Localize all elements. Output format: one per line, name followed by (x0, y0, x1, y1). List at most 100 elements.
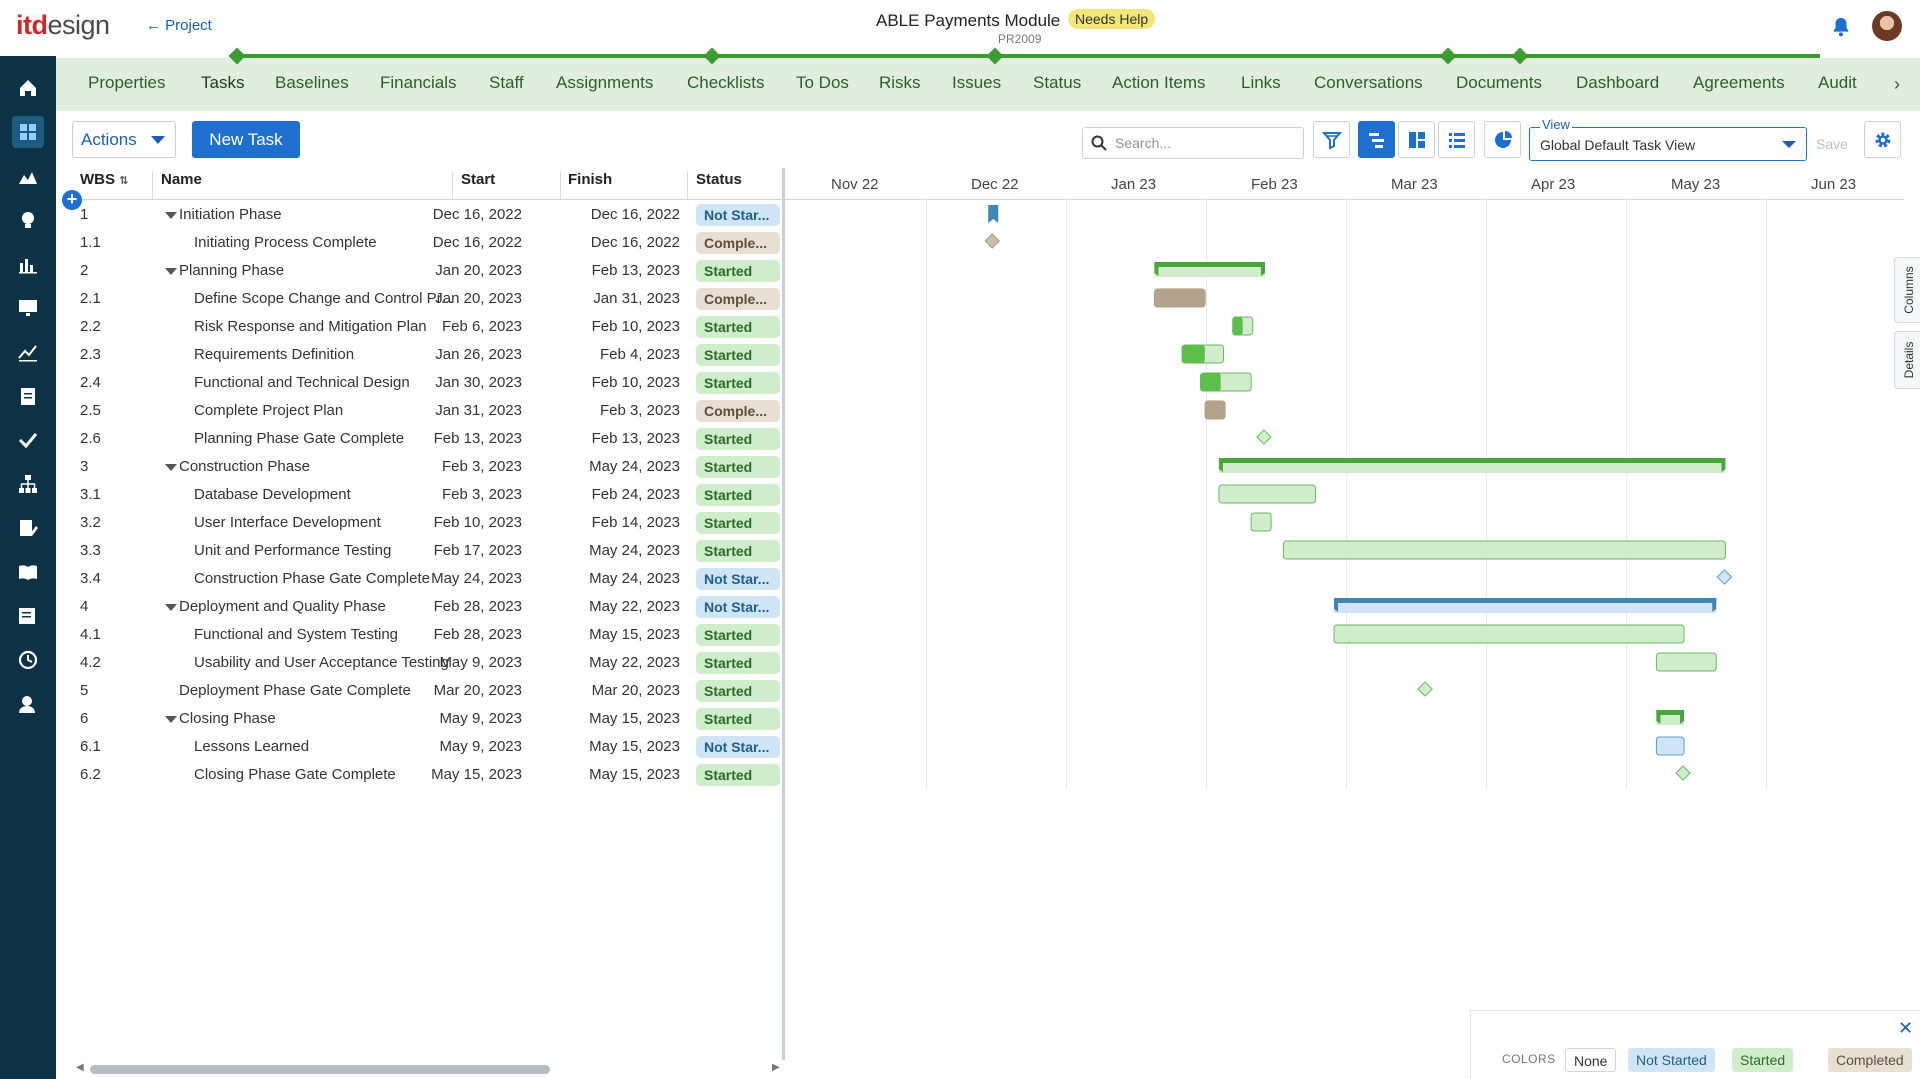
task-name-cell[interactable]: Lessons Learned (194, 738, 309, 755)
scrollbar-thumb[interactable] (90, 1065, 550, 1074)
task-bar[interactable] (1655, 652, 1717, 672)
column-separator[interactable] (560, 171, 561, 199)
column-header-start[interactable]: Start (461, 171, 495, 199)
task-bar[interactable] (1218, 484, 1317, 504)
actions-dropdown[interactable]: Actions (72, 121, 176, 158)
user-avatar[interactable] (1872, 11, 1902, 41)
table-row[interactable]: 2.5 Complete Project Plan Jan 31, 2023 Feb … (72, 397, 782, 425)
column-header-wbs[interactable]: WBS ⇅ (80, 171, 128, 199)
tabs-scroll-right-icon[interactable]: › (1894, 74, 1900, 95)
new-task-button[interactable]: New Task (192, 121, 300, 158)
table-row[interactable]: 2.1 Define Scope Change and Control Pr...… (72, 285, 782, 313)
task-name-cell[interactable]: User Interface Development (194, 514, 381, 531)
table-row[interactable]: 6.2 Closing Phase Gate Complete May 15, 20… (72, 761, 782, 789)
save-view-button[interactable]: Save (1812, 127, 1852, 161)
search-input[interactable]: Search... (1082, 127, 1304, 159)
tab-agreements[interactable]: Agreements (1693, 73, 1785, 93)
column-separator[interactable] (452, 171, 453, 199)
back-to-project-link[interactable]: ← Project (146, 17, 212, 34)
tab-issues[interactable]: Issues (952, 73, 1001, 93)
column-header-status[interactable]: Status (696, 171, 742, 199)
task-name-cell[interactable]: Initiation Phase (179, 206, 282, 223)
table-row[interactable]: 2.3 Requirements Definition Jan 26, 2023 Fe… (72, 341, 782, 369)
task-name-cell[interactable]: Deployment and Quality Phase (179, 598, 386, 615)
sidebar-item-clock[interactable] (12, 644, 44, 676)
legend-chip-completed[interactable]: Completed (1828, 1048, 1912, 1072)
task-bar[interactable] (1655, 736, 1685, 756)
sidebar-item-user-gear[interactable] (12, 688, 44, 720)
collapse-toggle-icon[interactable] (165, 464, 177, 471)
table-row[interactable]: 3.4 Construction Phase Gate Complete May 2… (72, 565, 782, 593)
table-row[interactable]: 2.2 Risk Response and Mitigation Plan Feb … (72, 313, 782, 341)
scroll-right-icon[interactable]: ▶ (772, 1062, 780, 1073)
collapse-toggle-icon[interactable] (165, 268, 177, 275)
tab-action-items[interactable]: Action Items (1112, 73, 1206, 93)
sort-icon[interactable]: ⇅ (119, 175, 128, 187)
table-row[interactable]: 6.1 Lessons Learned May 9, 2023 May 15, 202… (72, 733, 782, 761)
task-name-cell[interactable]: Planning Phase Gate Complete (194, 430, 404, 447)
sidebar-item-chart-area[interactable] (12, 160, 44, 192)
close-icon[interactable]: ✕ (1898, 1018, 1913, 1039)
task-name-cell[interactable]: Unit and Performance Testing (194, 542, 391, 559)
milestone-diamond[interactable] (1675, 765, 1691, 781)
task-name-cell[interactable]: Construction Phase Gate Complete (194, 570, 430, 587)
task-name-cell[interactable]: Initiating Process Complete (194, 234, 377, 251)
tab-assignments[interactable]: Assignments (556, 73, 653, 93)
tab-audit[interactable]: Audit (1818, 73, 1857, 93)
grid-horizontal-scrollbar[interactable]: ◀ ▶ (72, 1062, 784, 1076)
column-header-finish[interactable]: Finish (568, 171, 612, 199)
sidebar-item-bar-chart[interactable] (12, 248, 44, 280)
column-separator[interactable] (152, 171, 153, 199)
milestone-diamond[interactable] (1716, 569, 1733, 585)
table-row[interactable]: 3.3 Unit and Performance Testing Feb 17, 2… (72, 537, 782, 565)
milestone-diamond[interactable] (1256, 429, 1272, 445)
tab-financials[interactable]: Financials (380, 73, 457, 93)
sidebar-item-document-edit[interactable] (12, 512, 44, 544)
collapse-toggle-icon[interactable] (165, 604, 177, 611)
app-logo[interactable]: itdesign (16, 10, 110, 41)
task-name-cell[interactable]: Database Development (194, 486, 351, 503)
board-view-button[interactable] (1398, 121, 1435, 158)
scroll-left-icon[interactable]: ◀ (76, 1062, 84, 1073)
task-bar[interactable] (1250, 512, 1272, 532)
milestone-diamond[interactable] (1417, 681, 1433, 697)
table-row[interactable]: 5 Deployment Phase Gate Complete Mar 20, 2… (72, 677, 782, 705)
sidebar-item-monitor[interactable] (12, 292, 44, 324)
grid-gantt-splitter[interactable] (782, 168, 785, 1060)
tab-links[interactable]: Links (1241, 73, 1281, 93)
task-name-cell[interactable]: Functional and Technical Design (194, 374, 410, 391)
table-row[interactable]: 1.1 Initiating Process Complete Dec 16, 20… (72, 229, 782, 257)
tab-properties[interactable]: Properties (88, 73, 165, 93)
sidebar-item-clipboard[interactable] (12, 380, 44, 412)
column-header-name[interactable]: Name (161, 171, 202, 199)
sidebar-item-list-edit[interactable] (12, 600, 44, 632)
collapse-toggle-icon[interactable] (165, 716, 177, 723)
gantt-view-button[interactable] (1358, 121, 1395, 158)
tab-status[interactable]: Status (1033, 73, 1081, 93)
tab-checklists[interactable]: Checklists (687, 73, 764, 93)
task-name-cell[interactable]: Requirements Definition (194, 346, 354, 363)
task-name-cell[interactable]: Planning Phase (179, 262, 284, 279)
table-row[interactable]: 6 Closing Phase May 9, 2023 May 15, 2023 Sta… (72, 705, 782, 733)
sidebar-item-check[interactable] (12, 424, 44, 456)
table-row[interactable]: 4.1 Functional and System Testing Feb 28, … (72, 621, 782, 649)
task-name-cell[interactable]: Closing Phase Gate Complete (194, 766, 396, 783)
column-separator[interactable] (687, 171, 688, 199)
task-name-cell[interactable]: Usability and User Acceptance Testing (194, 654, 449, 671)
task-name-cell[interactable]: Define Scope Change and Control Pr... (194, 290, 453, 307)
legend-chip-started[interactable]: Started (1732, 1048, 1794, 1072)
notifications-bell-icon[interactable] (1830, 15, 1852, 39)
filter-button[interactable] (1313, 121, 1350, 158)
table-row[interactable]: 2.4 Functional and Technical Design Jan 30… (72, 369, 782, 397)
tab-conversations[interactable]: Conversations (1314, 73, 1423, 93)
milestone-diamond[interactable] (984, 233, 1001, 249)
sidebar-item-home[interactable] (12, 72, 44, 104)
task-name-cell[interactable]: Complete Project Plan (194, 402, 343, 419)
task-name-cell[interactable]: Deployment Phase Gate Complete (179, 682, 411, 699)
task-name-cell[interactable]: Functional and System Testing (194, 626, 398, 643)
tab-to-dos[interactable]: To Dos (796, 73, 849, 93)
task-name-cell[interactable]: Closing Phase (179, 710, 276, 727)
table-row[interactable]: 3.2 User Interface Development Feb 10, 202… (72, 509, 782, 537)
tab-tasks[interactable]: Tasks (201, 73, 244, 93)
sidebar-item-lightbulb[interactable] (12, 204, 44, 236)
